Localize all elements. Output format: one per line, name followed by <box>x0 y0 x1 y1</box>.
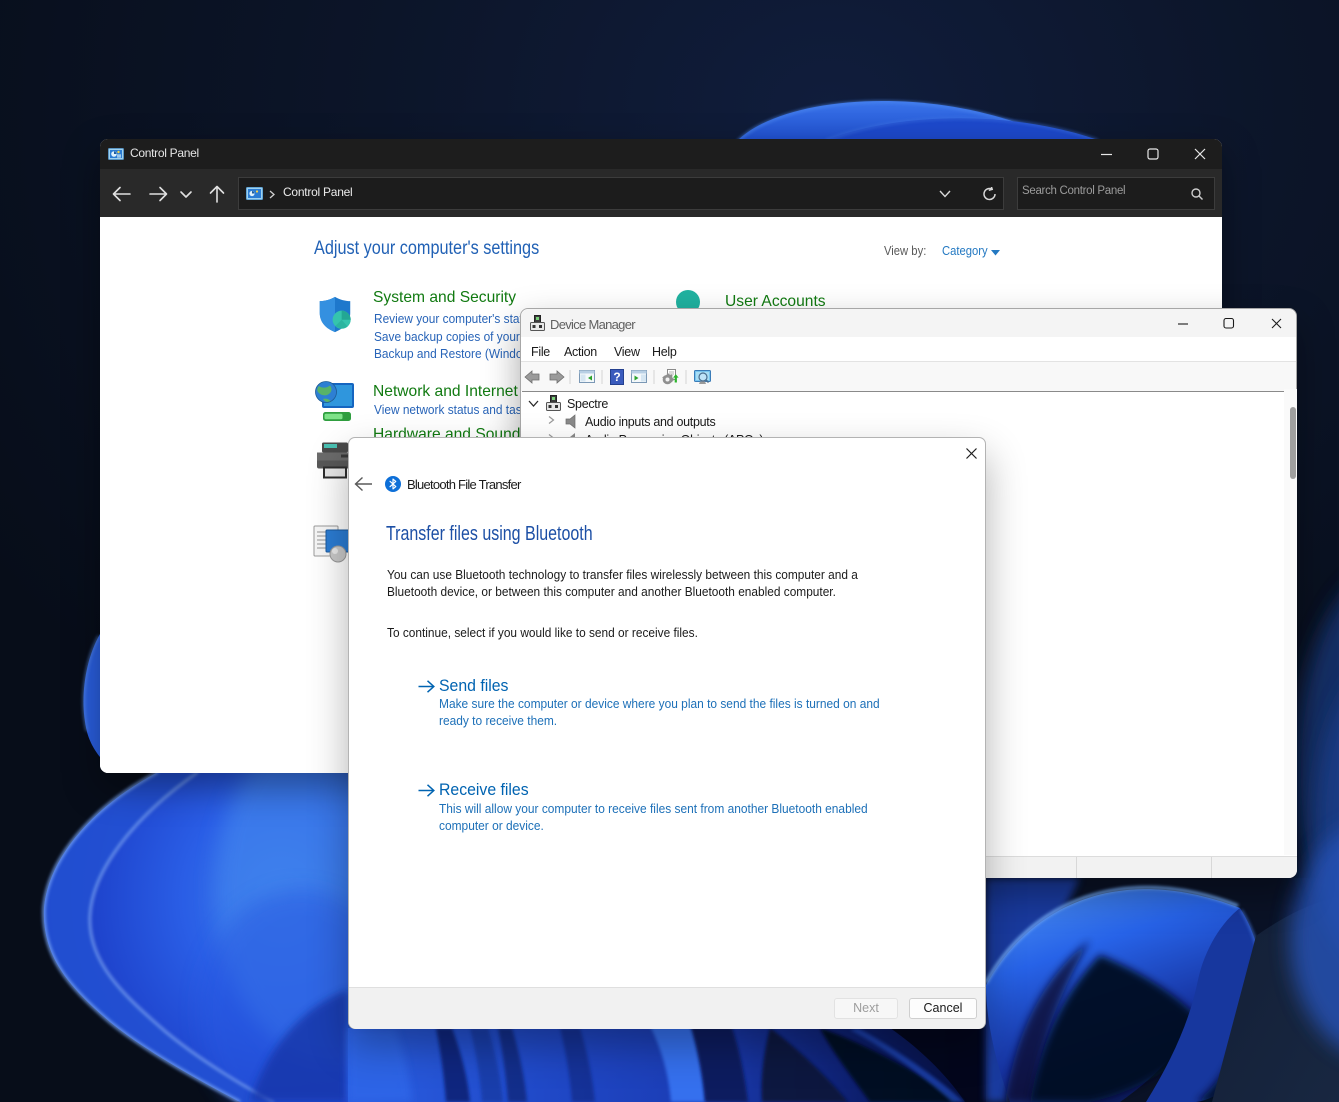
svg-text:?: ? <box>613 370 620 384</box>
